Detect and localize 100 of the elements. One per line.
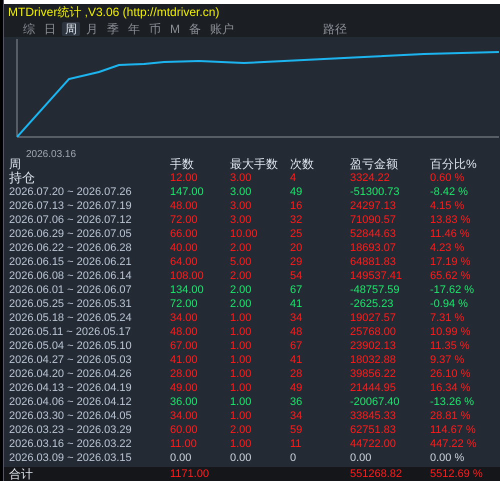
table-cell-text: 48.00 — [170, 199, 199, 213]
tab[interactable]: 币 — [146, 22, 164, 36]
table-cell-text: 20 — [290, 241, 304, 255]
table-cell-text: 7.31 % — [430, 311, 466, 325]
tab[interactable]: 备 — [186, 22, 204, 36]
tab[interactable]: 月 — [83, 22, 101, 36]
table-cell-text: 2026.06.15 ~ 2026.06.21 — [9, 255, 133, 269]
table-cell-text: 72.00 — [170, 297, 199, 311]
table-cell-text: 3.00 — [230, 199, 252, 213]
table-cell-text: 11.00 — [170, 437, 198, 451]
table-cell-text: 0.60 % — [430, 171, 466, 185]
table-cell-text: 49 — [290, 185, 304, 199]
table-cell-text: 13.83 % — [430, 213, 472, 227]
column-header: 百分比% — [430, 157, 478, 171]
table-cell-text: 1.00 — [230, 381, 252, 395]
table-cell-text: 64881.83 — [350, 255, 397, 269]
table-cell-text: 147.00 — [170, 185, 205, 199]
table-cell-text: 66.00 — [170, 227, 199, 241]
table-cell-text: 19027.57 — [350, 311, 397, 325]
table-cell-text: 1.00 — [230, 339, 252, 353]
table-cell-text: 2026.06.01 ~ 2026.06.07 — [9, 283, 133, 297]
column-header: 最大手数 — [230, 157, 279, 171]
table-cell-text: 36.00 — [170, 395, 199, 409]
axis-date-label: 2026.03.16 — [26, 149, 76, 160]
table-cell-text: 49 — [290, 381, 304, 395]
table-cell-text: 551268.82 — [350, 467, 403, 481]
table-cell-text: 2026.07.20 ~ 2026.07.26 — [9, 185, 133, 199]
table-cell-text: 65.62 % — [430, 269, 472, 283]
table-cell-text: 2026.07.06 ~ 2026.07.12 — [9, 213, 133, 227]
table-cell-text: 11 — [290, 437, 302, 451]
tab[interactable]: 综 — [20, 22, 38, 36]
table-cell-text: -20067.40 — [350, 395, 401, 409]
table-cell-text: 3.00 — [230, 185, 252, 199]
table-cell-text: 1.00 — [230, 353, 252, 367]
table-cell-text: 108.00 — [170, 269, 205, 283]
table-cell-text: -2625.23 — [350, 297, 394, 311]
table-cell-text: 9.37 % — [430, 353, 466, 367]
column-header: 盈亏金额 — [350, 157, 399, 171]
table-cell-text: 2026.04.06 ~ 2026.04.12 — [9, 395, 133, 409]
table-cell-text: 3324.22 — [350, 171, 391, 185]
table-cell-text: 2026.04.13 ~ 2026.04.19 — [9, 381, 133, 395]
table-cell-text: 5512.69 % — [430, 467, 484, 481]
table-cell-text: 10.99 % — [430, 325, 472, 339]
table-cell-text: 4.23 % — [430, 241, 466, 255]
table-cell-text: 34 — [290, 311, 304, 325]
table-cell-text: 2.00 — [230, 269, 252, 283]
tab[interactable]: 路径 — [320, 22, 350, 36]
table-cell-text: 12.00 — [170, 171, 199, 185]
table-cell-text: 1171.00 — [170, 467, 210, 481]
table-cell-text: -48757.59 — [350, 283, 401, 297]
table-cell-text: 64.00 — [170, 255, 199, 269]
table-cell-text: 2026.05.25 ~ 2026.05.31 — [9, 297, 133, 311]
table-cell-text: 48 — [290, 325, 304, 339]
table-cell-text: 149537.41 — [350, 269, 403, 283]
table-cell-text: 29 — [290, 255, 304, 269]
table-cell-text: 52844.63 — [350, 227, 397, 241]
table-cell-text: 3.00 — [230, 171, 252, 185]
table-cell-text: 67 — [290, 339, 304, 353]
table-cell-text: 28 — [290, 367, 304, 381]
column-header: 周 — [9, 157, 22, 171]
table-cell-text: 71090.57 — [350, 213, 397, 227]
table-cell-text: 4 — [290, 171, 298, 185]
table-cell-text: 2026.06.08 ~ 2026.06.14 — [9, 269, 133, 283]
tab[interactable]: 季 — [104, 22, 122, 36]
table-cell-text: 1.00 — [230, 437, 252, 451]
table-cell-text: 28.81 % — [430, 409, 472, 423]
table-cell-text: -51300.73 — [350, 185, 401, 199]
table-cell-text: 18032.88 — [350, 353, 397, 367]
table-cell-text: 0.00 % — [430, 451, 466, 465]
table-cell-text: 18693.07 — [350, 241, 397, 255]
table-cell-text: 2026.03.09 ~ 2026.03.15 — [9, 451, 133, 465]
table-cell-text: 67 — [290, 283, 304, 297]
table-cell-text: 33845.33 — [350, 409, 397, 423]
table-cell-text: 2.00 — [230, 283, 252, 297]
table-cell-text: 2026.07.13 ~ 2026.07.19 — [9, 199, 133, 213]
table-cell-text: 67.00 — [170, 339, 199, 353]
table-cell-text: 2026.05.11 ~ 2026.05.17 — [9, 325, 132, 339]
tab[interactable]: 账户 — [207, 22, 237, 36]
table-cell-text: 16 — [290, 199, 304, 213]
tab[interactable]: 年 — [125, 22, 143, 36]
tab[interactable]: M — [167, 22, 183, 36]
window-title: MTDriver统计 ,V3.06 (http://mtdriver.cn) — [8, 4, 220, 22]
table-cell-text: 40.00 — [170, 241, 199, 255]
table-cell-text: 0 — [290, 451, 298, 465]
table-cell-text: 2026.03.30 ~ 2026.04.05 — [9, 409, 133, 423]
column-header: 次数 — [290, 157, 315, 171]
table-cell-text: 2026.05.18 ~ 2026.05.24 — [9, 311, 133, 325]
table-cell-text: 1.00 — [230, 311, 252, 325]
table-cell-text: 25768.00 — [350, 325, 397, 339]
table-cell-text: 41 — [290, 297, 304, 311]
table-cell-text: 2.00 — [230, 297, 252, 311]
table-cell-text: 2026.06.29 ~ 2026.07.05 — [9, 227, 133, 241]
table-cell-text: 62751.83 — [350, 423, 397, 437]
table-cell-text: 41 — [290, 353, 304, 367]
tab[interactable]: 周 — [62, 22, 80, 36]
table-cell-text: 59 — [290, 423, 304, 437]
table-cell-text: 24297.13 — [350, 199, 397, 213]
table-cell-text: 23902.13 — [350, 339, 397, 353]
table-cell-text: 21444.95 — [350, 381, 397, 395]
tab[interactable]: 日 — [41, 22, 59, 36]
